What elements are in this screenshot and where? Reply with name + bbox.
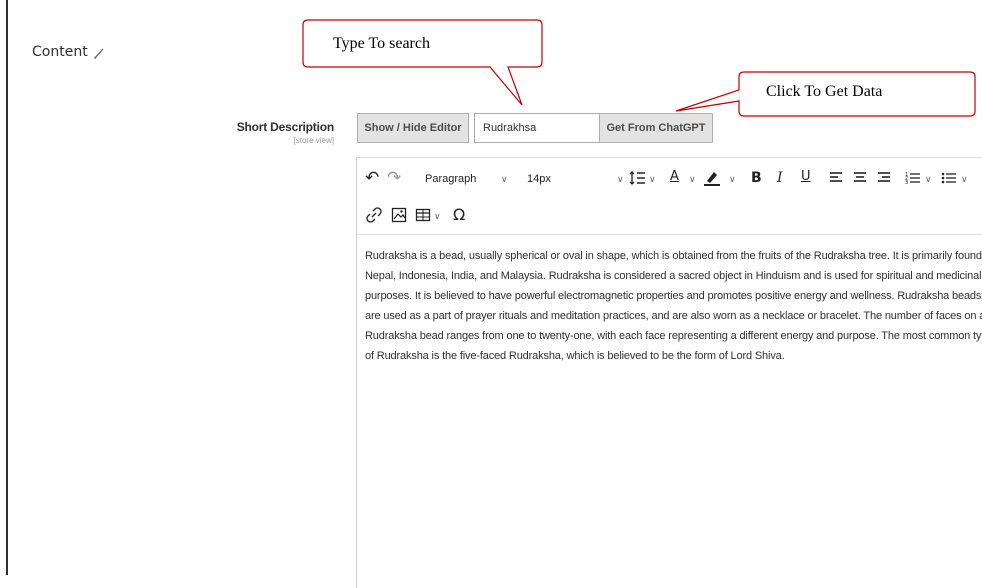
search-hint-callout [302,19,543,106]
svg-text:3: 3 [905,180,908,186]
short-description-label: Short Description [236,120,334,134]
chevron-down-icon: ∨ [925,175,932,185]
show-hide-editor-button[interactable]: Show / Hide Editor [357,113,469,143]
chevron-down-icon: ∨ [617,175,624,185]
line-height-icon[interactable] [629,170,647,186]
chevron-down-icon: ∨ [501,175,508,185]
left-border [6,0,8,575]
chevron-down-icon: ∨ [689,175,696,185]
undo-icon[interactable]: ↶ [365,170,379,187]
font-size-dropdown[interactable]: 14px [527,174,551,185]
search-input[interactable] [474,113,600,143]
image-icon[interactable] [391,207,407,223]
bullet-list-icon[interactable] [941,170,957,186]
search-hint-text: Type To search [333,35,430,52]
align-right-icon[interactable] [877,171,891,185]
field-label: Short Description [store view] [200,120,334,145]
wysiwyg-editor[interactable]: ↶ ↷ Paragraph ∨ 14px ∨ ∨ A ∨ ∨ B I U 1 2… [356,157,982,588]
highlight-icon[interactable] [703,169,721,187]
bold-button[interactable]: B [751,171,762,185]
chevron-down-icon: ∨ [434,212,441,222]
link-icon[interactable] [366,207,382,223]
align-left-icon[interactable] [829,171,843,185]
underline-button[interactable]: U [801,170,811,183]
pencil-icon[interactable] [92,46,106,60]
chevron-down-icon: ∨ [729,175,736,185]
editor-toolbar-row-1: ↶ ↷ Paragraph ∨ 14px ∨ ∨ A ∨ ∨ B I U 1 2… [357,158,982,196]
block-format-dropdown[interactable]: Paragraph [425,174,476,185]
italic-button[interactable]: I [777,171,783,185]
text-color-icon[interactable]: A [670,170,679,183]
special-character-button[interactable]: Ω [453,207,465,223]
redo-icon[interactable]: ↷ [387,170,401,187]
chevron-down-icon: ∨ [649,175,656,185]
section-title: Content [32,44,88,60]
chevron-down-icon: ∨ [961,175,968,185]
table-icon[interactable] [415,207,431,223]
align-center-icon[interactable] [853,171,867,185]
store-view-scope: [store view] [293,136,334,145]
editor-content[interactable]: Rudraksha is a bead, usually spherical o… [365,246,982,366]
numbered-list-icon[interactable]: 1 2 3 [905,170,921,186]
editor-toolbar-row-2: ∨ Ω [357,198,982,235]
fetch-hint-text: Click To Get Data [766,83,883,100]
